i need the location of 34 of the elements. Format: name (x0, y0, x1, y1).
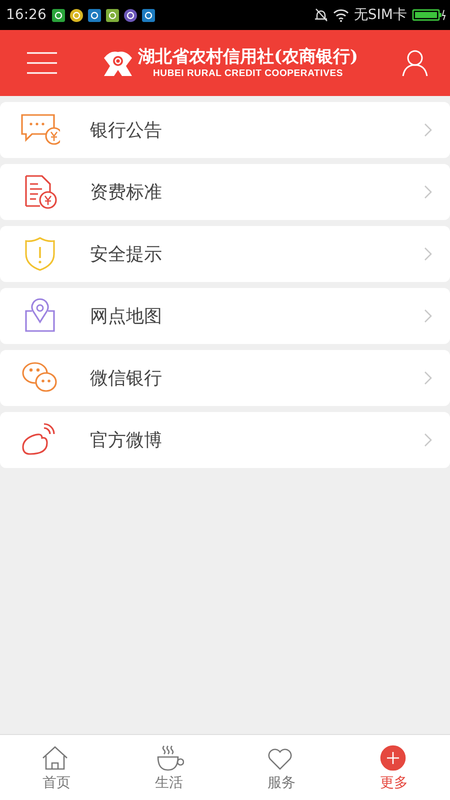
menu-label: 网点地图 (90, 305, 163, 328)
menu-item[interactable]: 网点地图 (0, 288, 450, 344)
menu-item[interactable]: 银行公告 (0, 102, 450, 158)
menu-label: 官方微博 (90, 429, 163, 452)
app-icon (70, 8, 84, 22)
chevron-right-icon (424, 247, 432, 261)
circle-app-icon (124, 8, 138, 22)
chevron-right-icon (424, 433, 432, 447)
tab[interactable]: 更多 (338, 735, 450, 800)
menu-item[interactable]: 安全提示 (0, 226, 450, 282)
wifi-icon (332, 8, 349, 22)
battery-charging-icon (412, 8, 446, 22)
tab[interactable]: 服务 (225, 735, 338, 800)
menu-label: 资费标准 (90, 181, 163, 204)
bank-name: 湖北省农村信用社(农商银行) (138, 46, 358, 68)
tab[interactable]: 首页 (0, 735, 112, 800)
chevron-right-icon (424, 123, 432, 137)
chevron-right-icon (424, 309, 432, 323)
user-icon (402, 49, 428, 77)
chevron-right-icon (424, 371, 432, 385)
status-time: 16:26 (6, 7, 46, 23)
menu-button[interactable] (24, 50, 60, 76)
menu-item[interactable]: 微信银行 (0, 350, 450, 406)
menu-label: 微信银行 (90, 367, 163, 390)
tab[interactable]: 生活 (112, 735, 225, 800)
menu-label: 银行公告 (90, 119, 163, 142)
chevron-right-icon (424, 185, 432, 199)
mute-bell-icon (314, 8, 328, 22)
menu-item[interactable]: 官方微博 (0, 412, 450, 468)
menu-label: 安全提示 (90, 243, 163, 266)
bank-english-name: HUBEI RURAL CREDIT COOPERATIVES (153, 68, 343, 80)
carrier-text: 无SIM卡 (354, 6, 407, 24)
menu-icon (26, 52, 58, 74)
menu-item[interactable]: 资费标准 (0, 164, 450, 220)
